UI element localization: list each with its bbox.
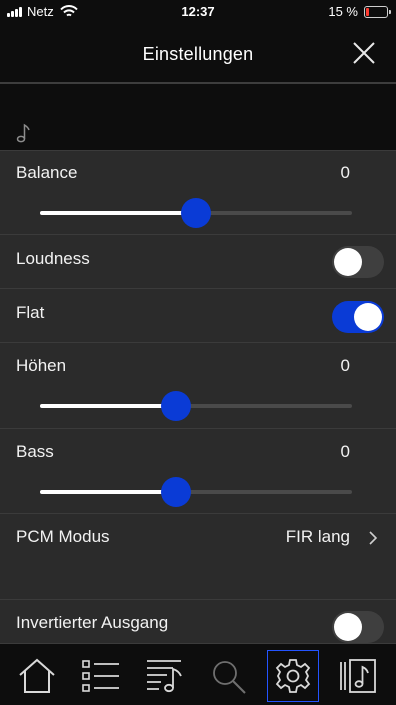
loudness-label: Loudness <box>16 249 90 268</box>
treble-label: Höhen <box>16 356 67 375</box>
treble-slider-fill <box>40 404 176 408</box>
list-icon <box>82 660 119 692</box>
nav-bar: Einstellungen <box>0 24 396 82</box>
tab-settings[interactable] <box>267 650 319 702</box>
flat-toggle-knob <box>354 303 382 331</box>
bass-value: 0 <box>340 442 350 461</box>
home-icon <box>19 658 55 693</box>
bass-slider-thumb[interactable] <box>160 477 191 507</box>
pcm-mode-row[interactable]: PCM Modus FIR lang <box>0 513 396 599</box>
tab-search[interactable] <box>203 650 255 702</box>
treble-value: 0 <box>340 356 350 375</box>
balance-row: Balance 0 <box>0 150 396 234</box>
search-icon <box>213 661 246 694</box>
balance-slider[interactable] <box>40 198 352 228</box>
treble-row: Höhen 0 <box>0 342 396 428</box>
bass-row: Bass 0 <box>0 428 396 513</box>
music-note-icon <box>16 123 30 143</box>
page-title: Einstellungen <box>142 44 254 64</box>
pcm-mode-value: FIR lang <box>285 527 350 546</box>
balance-slider-fill <box>40 211 196 215</box>
inverted-output-label: Invertierter Ausgang <box>16 613 169 632</box>
tab-playlist[interactable] <box>139 650 191 702</box>
flat-toggle[interactable] <box>332 301 384 333</box>
bass-slider-fill <box>40 490 176 494</box>
balance-slider-thumb[interactable] <box>181 198 211 228</box>
pcm-mode-label: PCM Modus <box>16 527 110 546</box>
bass-label: Bass <box>16 442 54 461</box>
balance-label: Balance <box>16 163 78 182</box>
music-library-icon <box>340 659 376 693</box>
inverted-output-toggle-knob <box>334 613 362 641</box>
gear-icon <box>275 659 311 693</box>
close-icon[interactable] <box>352 41 376 65</box>
playlist-icon <box>147 660 182 693</box>
inverted-output-toggle[interactable] <box>332 611 384 643</box>
balance-value: 0 <box>340 163 350 182</box>
flat-label: Flat <box>16 303 45 322</box>
loudness-toggle-knob <box>334 248 362 276</box>
treble-slider[interactable] <box>40 391 352 421</box>
tab-music-library[interactable] <box>331 650 383 702</box>
battery-percent: 15 % <box>328 4 358 19</box>
tab-home[interactable] <box>11 650 63 702</box>
loudness-toggle[interactable] <box>332 246 384 278</box>
tab-list[interactable] <box>75 650 127 702</box>
status-bar: Netz 12:37 15 % <box>0 0 396 24</box>
loudness-row: Loudness <box>0 234 396 288</box>
treble-slider-thumb[interactable] <box>160 391 191 421</box>
header-strip <box>0 84 396 150</box>
bass-slider[interactable] <box>40 477 352 507</box>
inverted-output-row: Invertierter Ausgang <box>0 599 396 643</box>
chevron-right-icon <box>369 531 378 545</box>
tab-bar <box>0 643 396 705</box>
status-right: 15 % <box>328 4 391 19</box>
battery-icon <box>364 5 391 18</box>
settings-screen: Netz 12:37 15 % Einstellungen Balance 0 <box>0 0 396 705</box>
flat-row: Flat <box>0 288 396 342</box>
